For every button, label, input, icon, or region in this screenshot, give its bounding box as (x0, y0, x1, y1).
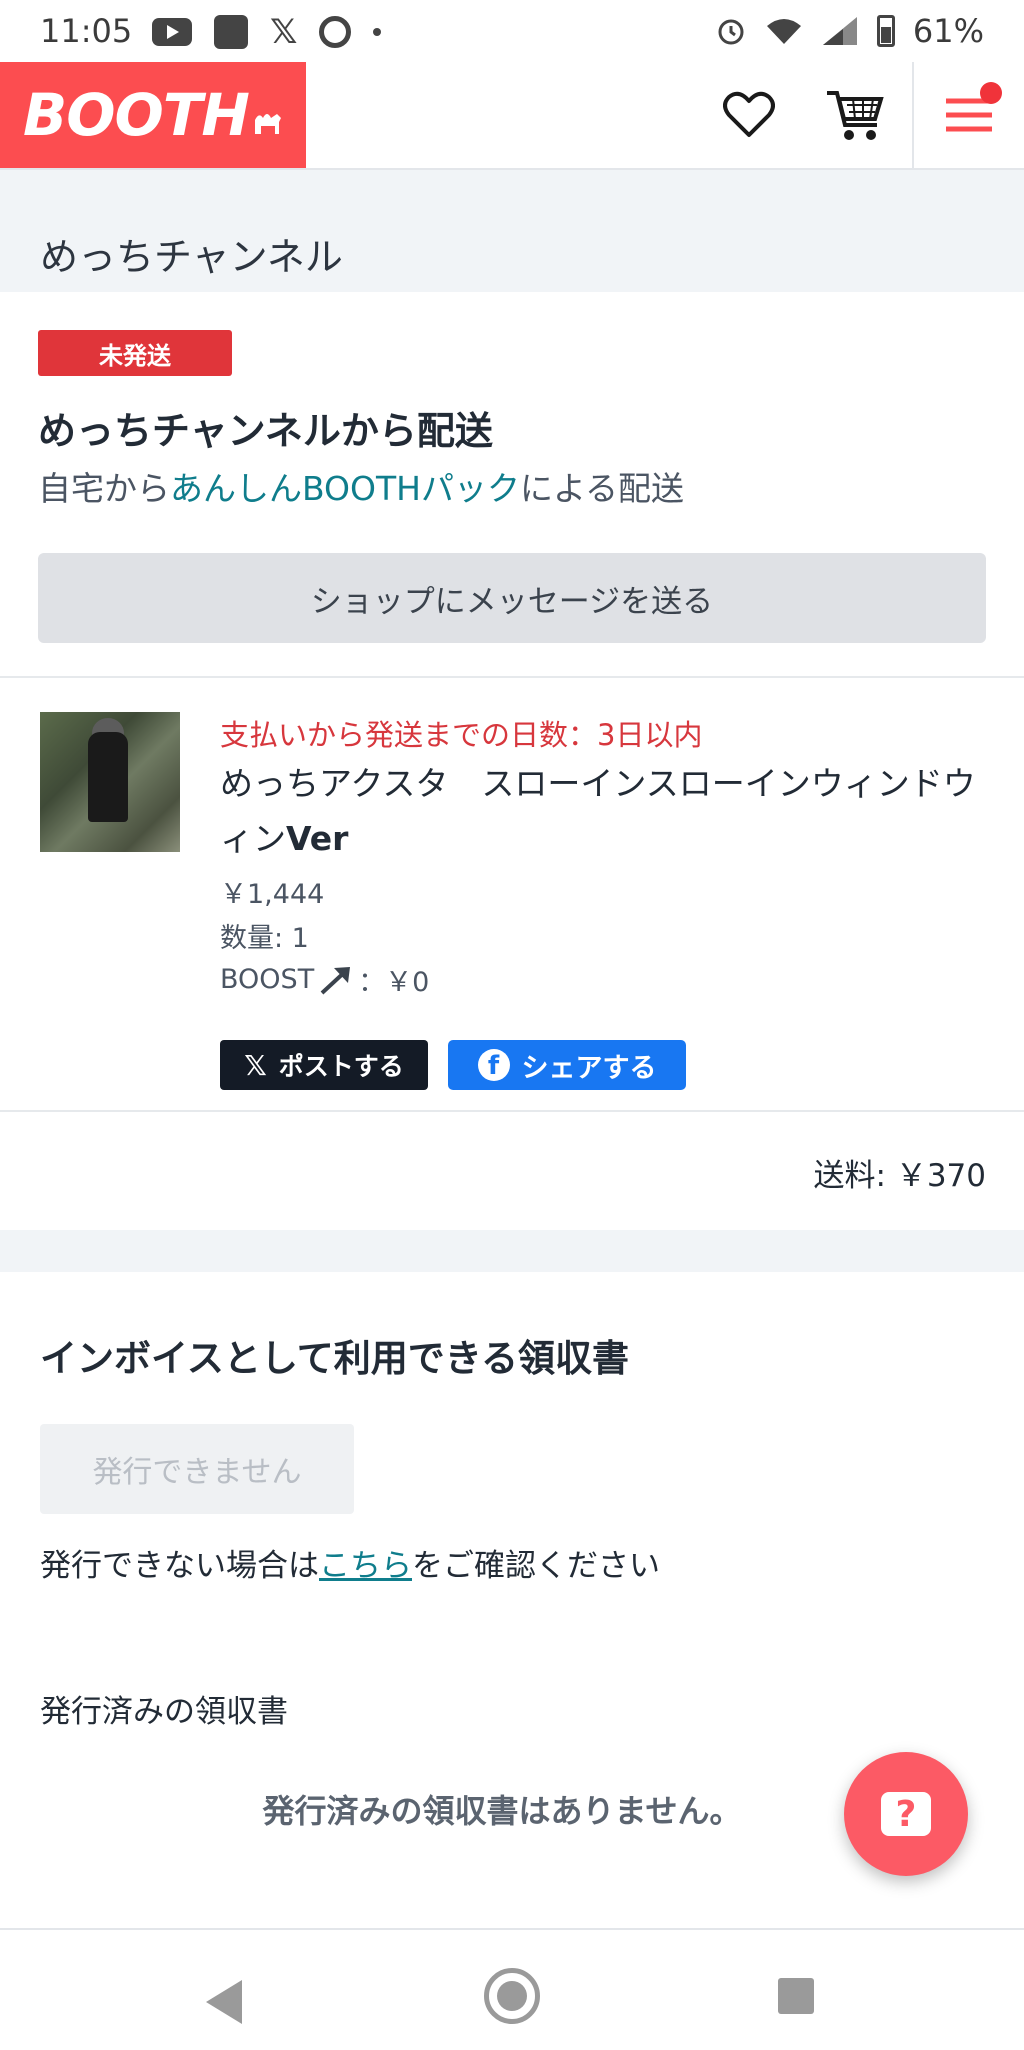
shipping-fee: 送料: ￥370 (813, 1158, 986, 1194)
boost-value: ：￥0 (358, 967, 430, 998)
item-quantity: 数量: 1 (220, 923, 309, 954)
recents-icon[interactable] (778, 1978, 814, 2014)
help-button[interactable]: ? (844, 1752, 968, 1876)
share-facebook-button[interactable]: f シェアする (448, 1040, 686, 1090)
header-divider (912, 62, 914, 168)
status-bar: 11:05 𝕏 61% (0, 0, 1024, 62)
battery-percent: 61% (912, 12, 984, 50)
status-time: 11:05 (40, 12, 133, 50)
cart-icon[interactable] (820, 80, 890, 150)
shipment-title: めっちチャンネルから配送 (38, 409, 493, 453)
invoice-note: 発行できない場合はこちらをご確認ください (40, 1540, 660, 1585)
wishlist-heart-icon[interactable] (714, 80, 784, 150)
invoice-note-suffix: をご確認ください (412, 1548, 660, 1584)
divider (0, 1110, 1024, 1112)
signal-icon (822, 17, 857, 45)
facebook-icon: f (477, 1049, 510, 1081)
shop-banner: めっちチャンネル (0, 170, 1024, 292)
booth-pack-link[interactable]: あんしんBOOTHパック (170, 469, 520, 508)
x-logo-icon: 𝕏 (244, 1048, 267, 1082)
shipping-leadtime: 支払いから発送までの日数：3日以内 (220, 718, 703, 752)
figure-body (88, 732, 128, 822)
system-icons: 61% (715, 12, 984, 50)
shipment-method-prefix: 自宅から (38, 469, 170, 508)
item-thumbnail[interactable] (40, 712, 180, 852)
back-icon[interactable] (206, 1980, 242, 2024)
item-title-bold: Ver (286, 819, 349, 858)
battery-icon (876, 15, 895, 47)
boost-arrow-icon (320, 966, 351, 994)
item-title[interactable]: めっちアクスタ スローインスローインウィンドウィンVer (220, 756, 980, 866)
issued-receipts-heading: 発行済みの領収書 (40, 1694, 288, 1730)
camel-mark-icon (254, 114, 281, 134)
item-boost: BOOST ：￥0 (220, 960, 429, 999)
notification-icons: 𝕏 (152, 12, 382, 52)
shipment-method-suffix: による配送 (519, 469, 684, 508)
site-header: BOOTH (0, 62, 1024, 170)
message-shop-button[interactable]: ショップにメッセージを送る (38, 553, 986, 643)
issue-receipt-button[interactable]: 発行できません (40, 1424, 354, 1514)
booth-logo[interactable]: BOOTH (0, 62, 306, 168)
alarm-icon (718, 19, 744, 45)
shop-name[interactable]: めっちチャンネル (40, 226, 343, 281)
share-facebook-label: シェアする (521, 1052, 657, 1084)
help-question-icon: ? (881, 1792, 931, 1836)
invoice-note-prefix: 発行できない場合は (40, 1548, 319, 1584)
app-notification-icon (214, 15, 248, 49)
divider (0, 676, 1024, 678)
item-price: ￥1,444 (220, 879, 325, 910)
menu-notification-dot (980, 82, 1002, 104)
share-x-label: ポストする (278, 1052, 404, 1081)
boost-label: BOOST (220, 964, 315, 995)
x-icon: 𝕏 (270, 12, 298, 52)
sync-icon (319, 16, 352, 48)
youtube-icon (152, 18, 192, 46)
logo-text: BOOTH (23, 81, 250, 149)
home-icon[interactable] (484, 1968, 540, 2024)
shipment-method: 自宅からあんしんBOOTHパックによる配送 (38, 462, 684, 510)
share-x-button[interactable]: 𝕏 ポストする (220, 1040, 428, 1090)
more-notifications-icon (373, 28, 382, 36)
invoice-title: インボイスとして利用できる領収書 (40, 1337, 630, 1380)
invoice-help-link[interactable]: こちら (319, 1548, 412, 1584)
section-gap (0, 1230, 1024, 1272)
status-badge: 未発送 (38, 330, 232, 376)
wifi-icon (766, 19, 801, 44)
system-nav-bar (0, 1928, 1024, 2050)
